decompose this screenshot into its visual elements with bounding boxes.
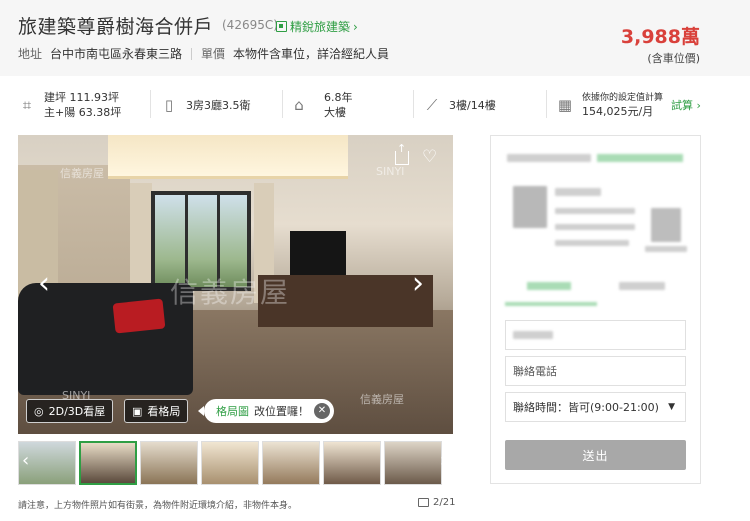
divider [191,47,193,60]
contact-time-select[interactable]: 聯絡時間：皆可(9:00-21:00) ▼ [505,392,686,422]
try-calc-link[interactable]: 試算 › [671,97,701,113]
photo-disclaimer: 請注意，上方物件照片如有街景，為物件附近環境介紹，非物件本身。 [18,501,298,511]
watermark: SINYI [376,165,405,178]
age-line-2: 大樓 [324,106,346,119]
building-icon [276,21,287,32]
thumbnail-strip [18,441,453,485]
photo-counter: 2/21 [418,497,455,508]
try-calc-label: 試算 [671,99,694,112]
hint-highlight: 格局圖 [216,405,249,418]
watermark-center: 信義房屋 [170,276,291,309]
main-photo[interactable]: 信義房屋 SINYI 信義房屋 SINYI 信義房屋 ‹ › ♡ ◎ 2D/3D… [18,135,453,434]
area-line-2: 主+陽 63.38坪 [44,106,122,119]
next-photo-icon[interactable]: › [412,269,424,299]
floor-value: 3樓/14樓 [449,98,496,112]
stairs-icon: ⟋ [426,96,438,114]
jingrui-link-label: 精銳旅建築 [290,20,351,34]
divider [413,90,414,118]
spec-floor: ⟋ 3樓/14樓 [423,84,496,126]
agent-contact-card: 聯絡電話 聯絡時間：皆可(9:00-21:00) ▼ 送出 [490,135,701,484]
address-line: 地址 台中市南屯區永春東三路 單價 本物件含車位，詳洽經紀人員 [18,45,389,62]
thumbnail[interactable] [201,441,259,485]
contact-time-value: 聯絡時間：皆可(9:00-21:00) [513,401,659,414]
thumbnail-next-icon[interactable]: › [440,450,447,471]
calculator-icon: ▦ [557,96,573,114]
spec-age: ⌂ 6.8年大樓 [290,84,353,126]
thumbnail-prev-icon[interactable]: ‹ [22,450,29,471]
floorplan-hint: 格局圖 改位置囉！ ✕ [198,399,334,423]
listing-code: (42695C) [222,18,278,32]
crop-area-icon: ⌗ [22,96,32,114]
vr-icon: ◎ [34,404,44,418]
prev-photo-icon[interactable]: ‹ [38,269,50,299]
photo-counter-text: 2/21 [433,497,456,508]
divider [282,90,283,118]
spec-row: ⌗ 建坪 111.93坪 主+陽 63.38坪 ▯ 3房3廳3.5衛 ⌂ 6.8年… [0,84,750,126]
floorplan-button[interactable]: ▣ 看格局 [124,399,189,423]
close-icon[interactable]: ✕ [314,403,330,419]
listing-header: 旅建築尊爵樹海合併戶 (42695C) 精銳旅建築 › 地址 台中市南屯區永春東… [0,0,750,76]
chevron-down-icon: ▼ [668,402,675,412]
divider [546,90,547,118]
chevron-right-icon: › [353,19,358,34]
view-3d-button[interactable]: ◎ 2D/3D看屋 [26,399,114,423]
area-line-1: 建坪 111.93坪 [44,91,119,104]
thumbnail[interactable] [79,441,137,485]
price-note: (含車位價) [647,52,700,65]
address-label: 地址 [18,47,43,61]
divider [150,90,151,118]
door-icon: ▯ [164,96,174,114]
jingrui-link[interactable]: 精銳旅建築 › [276,18,358,35]
address-value: 台中市南屯區永春東三路 [50,47,183,61]
calc-line-1: 依據你的設定值計算 [582,93,664,103]
name-field[interactable] [505,320,686,350]
thumbnail[interactable] [384,441,442,485]
hint-text: 改位置囉！ [254,405,309,418]
share-icon[interactable] [395,142,409,165]
thumbnail[interactable] [262,441,320,485]
calc-line-2: 154,025元/月 [582,105,654,118]
avatar [513,186,547,228]
age-line-1: 6.8年 [324,91,353,104]
unit-price-label: 單價 [201,47,226,61]
floorplan-label: 看格局 [147,405,181,418]
watermark: 信義房屋 [360,393,404,406]
floorplan-icon: ▣ [132,404,143,418]
spec-layout: ▯ 3房3廳3.5衛 [160,84,251,126]
image-icon [418,498,429,507]
phone-field[interactable]: 聯絡電話 [505,356,686,386]
spec-mortgage: ▦ 依據你的設定值計算 154,025元/月 試算 › [556,84,701,126]
thumbnail[interactable] [140,441,198,485]
spec-area: ⌗ 建坪 111.93坪 主+陽 63.38坪 [18,84,121,126]
total-price: 3,988萬 [620,26,700,48]
watermark: 信義房屋 [60,167,104,180]
heart-icon[interactable]: ♡ [422,147,437,167]
thumbnail[interactable] [323,441,381,485]
view-3d-label: 2D/3D看屋 [48,405,106,418]
submit-label: 送出 [582,448,609,463]
qr-code [651,208,681,242]
house-icon: ⌂ [294,96,304,114]
layout-value: 3房3廳3.5衛 [186,98,251,112]
submit-button[interactable]: 送出 [505,440,686,470]
unit-price-value: 本物件含車位，詳洽經紀人員 [233,47,390,61]
listing-title: 旅建築尊爵樹海合併戶 [18,16,214,38]
phone-placeholder: 聯絡電話 [513,365,557,378]
